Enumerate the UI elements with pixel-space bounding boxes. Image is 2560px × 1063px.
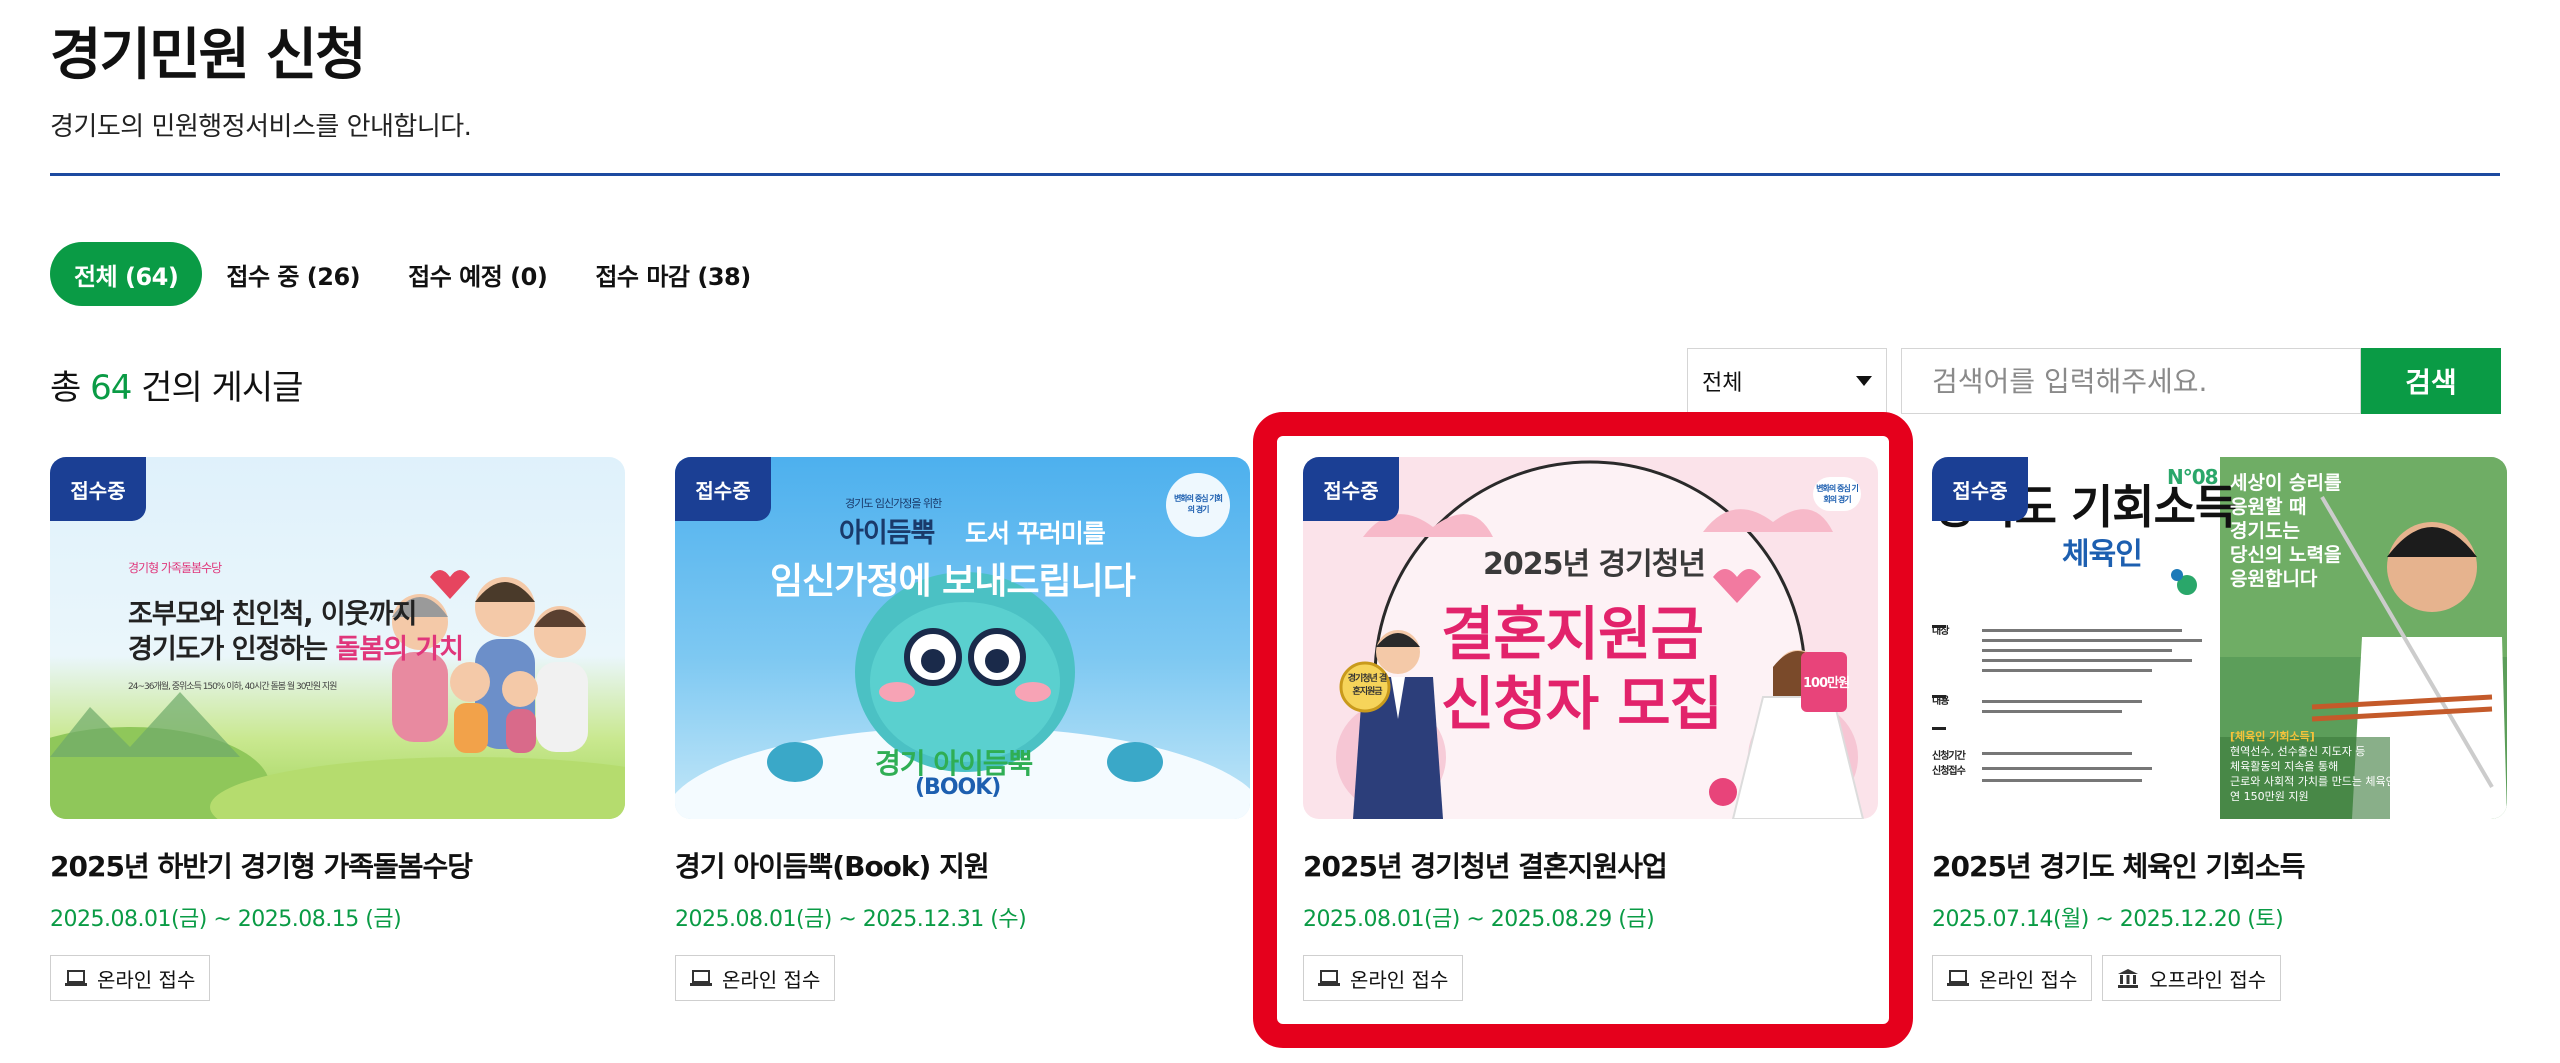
thumb-quote-line: 응원합니다 xyxy=(2230,568,2318,590)
card-date: 2025.08.01(금) ~ 2025.12.31 (수) xyxy=(675,907,1027,932)
online-apply-chip[interactable]: 온라인 접수 xyxy=(1932,955,2093,1001)
card-title[interactable]: 경기 아이듬뿍(Book) 지원 xyxy=(675,845,1250,885)
thumb-row-1: 내용 xyxy=(1932,696,1949,707)
offline-apply-chip[interactable]: 오프라인 접수 xyxy=(2102,955,2282,1001)
card-athlete-income[interactable]: 접수중 경기도 기회소득 N°08 체육인 대상 내용 신청기간 신청접수 세상… xyxy=(1932,457,2507,1001)
card-book-support[interactable]: 접수중 경기도 임신가정을 위한 아이듬뿍 도서 꾸러미를 임신가정에 보내드립… xyxy=(675,457,1250,1001)
thumb-logo: 변화의 중심 기회의 경기 xyxy=(1173,494,1223,514)
thumb-bottom-line: 현역선수, 선수출신 지도자 등 xyxy=(2230,745,2366,758)
status-badge: 접수중 xyxy=(1303,457,1399,521)
thumb-kicker: 경기형 가족돌봄수당 xyxy=(128,561,222,575)
card-thumbnail[interactable]: 접수중 경기형 가족돌봄수당 조부모와 친인척, 이웃까지 경기도가 인정하는 … xyxy=(50,457,625,819)
page-title: 경기민원 신청 xyxy=(50,23,367,88)
thumb-sub: 체육인 xyxy=(2062,537,2143,572)
thumb-row-2: 신청기간 xyxy=(1932,751,1966,762)
status-badge: 접수중 xyxy=(50,457,146,521)
thumb-quote-line: 당신의 노력을 xyxy=(2230,544,2342,566)
thumb-no: N°08 xyxy=(2167,465,2219,489)
laptop-icon xyxy=(1947,970,1969,986)
thumb-quote: 세상이 승리를 응원할 때 경기도는 당신의 노력을 응원합니다 xyxy=(2230,471,2342,591)
card-title[interactable]: 2025년 경기도 체육인 기회소득 xyxy=(1932,845,2507,885)
laptop-icon xyxy=(1318,970,1340,986)
card-date: 2025.07.14(월) ~ 2025.12.20 (토) xyxy=(1932,907,2284,932)
chip-label: 온라인 접수 xyxy=(97,967,196,992)
thumb-line1: 조부모와 친인척, 이웃까지 xyxy=(128,599,417,630)
card-date: 2025.08.01(금) ~ 2025.08.29 (금) xyxy=(1303,907,1655,932)
thumb-headline: 임신가정에 보내드립니다 xyxy=(770,561,1136,602)
chip-label: 오프라인 접수 xyxy=(2149,967,2267,992)
thumb-top-small: 경기도 임신가정을 위한 xyxy=(845,497,942,510)
search-button[interactable]: 검색 xyxy=(2361,348,2501,414)
search-input[interactable] xyxy=(1901,348,2361,414)
page-subtitle: 경기도의 민원행정서비스를 안내합니다. xyxy=(50,112,472,142)
card-title[interactable]: 2025년 경기청년 결혼지원사업 xyxy=(1303,845,1878,885)
total-prefix: 총 xyxy=(50,368,81,408)
tab-upcoming[interactable]: 접수 예정 (0) xyxy=(384,242,571,306)
card-thumbnail[interactable]: 접수중 경기도 기회소득 N°08 체육인 대상 내용 신청기간 신청접수 세상… xyxy=(1932,457,2507,819)
thumb-line2: 신청자 모집 xyxy=(1441,670,1723,738)
thumb-bottom-line: 연 150만원 지원 xyxy=(2230,790,2309,803)
thumb-bottom-label: [체육인 기회소득] xyxy=(2230,730,2315,743)
thumb-bottom-line: 체육활동의 지속을 통해 xyxy=(2230,760,2339,773)
status-tabs: 전체 (64) 접수 중 (26) 접수 예정 (0) 접수 마감 (38) xyxy=(50,242,775,306)
online-apply-chip[interactable]: 온라인 접수 xyxy=(1303,955,1464,1001)
total-number: 64 xyxy=(90,368,132,408)
category-select-value: 전체 xyxy=(1702,371,1743,396)
card-family-care[interactable]: 접수중 경기형 가족돌봄수당 조부모와 친인척, 이웃까지 경기도가 인정하는 … xyxy=(50,457,625,1001)
thumb-line2: 경기도가 인정하는 돌봄의 가치 xyxy=(128,627,465,666)
thumb-quote-line: 응원할 때 xyxy=(2230,496,2307,518)
total-count: 총 64 건의 게시글 xyxy=(50,360,303,409)
thumb-year: 2025년 경기청년 xyxy=(1483,547,1706,582)
status-badge: 접수중 xyxy=(1932,457,2028,521)
card-date: 2025.08.01(금) ~ 2025.08.15 (금) xyxy=(50,907,402,932)
thumb-line2-b: 돌봄의 가치 xyxy=(335,634,465,665)
thumb-logo: 변화의 중심 기회의 경기 xyxy=(1813,477,1861,511)
thumb-row-0: 대상 xyxy=(1932,626,1949,637)
card-thumbnail[interactable]: 접수중 2025년 경기청년 결혼지원금 신청자 모집 경기청년 결혼지원금 1… xyxy=(1303,457,1878,819)
thumb-note: 24~36개월, 중위소득 150% 이하, 40시간 돌봄 월 30만원 지원 xyxy=(128,682,337,692)
thumb-sign: 100만원 xyxy=(1803,676,1850,691)
chip-label: 온라인 접수 xyxy=(722,967,821,992)
status-badge: 접수중 xyxy=(675,457,771,521)
thumb-line2-a: 경기도가 인정하는 xyxy=(128,634,336,665)
online-apply-chip[interactable]: 온라인 접수 xyxy=(675,955,836,1001)
card-thumbnail[interactable]: 접수중 경기도 임신가정을 위한 아이듬뿍 도서 꾸러미를 임신가정에 보내드립… xyxy=(675,457,1250,819)
thumb-bottom2: (BOOK) xyxy=(915,775,1001,800)
total-suffix: 건의 게시글 xyxy=(141,368,303,408)
chip-label: 온라인 접수 xyxy=(1979,967,2078,992)
tab-all[interactable]: 전체 (64) xyxy=(50,242,203,306)
category-select[interactable]: 전체 xyxy=(1687,348,1887,414)
caret-down-icon xyxy=(1856,376,1872,386)
thumb-tagline: 도서 꾸러미를 xyxy=(965,519,1106,548)
laptop-icon xyxy=(690,970,712,986)
title-divider xyxy=(50,173,2500,176)
thumb-quote-line: 경기도는 xyxy=(2230,520,2300,542)
online-apply-chip[interactable]: 온라인 접수 xyxy=(50,955,211,1001)
building-icon xyxy=(2118,969,2139,988)
card-marriage-support[interactable]: 접수중 2025년 경기청년 결혼지원금 신청자 모집 경기청년 결혼지원금 1… xyxy=(1303,457,1878,1001)
thumb-row-3: 신청접수 xyxy=(1932,766,1966,777)
tab-receiving[interactable]: 접수 중 (26) xyxy=(202,242,384,306)
card-title[interactable]: 2025년 하반기 경기형 가족돌봄수당 xyxy=(50,845,625,885)
chip-label: 온라인 접수 xyxy=(1350,967,1449,992)
thumb-bottom-line: 근로와 사회적 가치를 만드는 체육인 xyxy=(2230,775,2396,788)
laptop-icon xyxy=(65,970,87,986)
thumb-quote-line: 세상이 승리를 xyxy=(2230,472,2342,494)
thumb-bottom: [체육인 기회소득] 현역선수, 선수출신 지도자 등 체육활동의 지속을 통해… xyxy=(2230,729,2396,804)
thumb-brand: 아이듬뿍 xyxy=(839,518,935,549)
tab-closed[interactable]: 접수 마감 (38) xyxy=(571,242,774,306)
thumb-stamp: 경기청년 결혼지원금 xyxy=(1347,674,1388,697)
